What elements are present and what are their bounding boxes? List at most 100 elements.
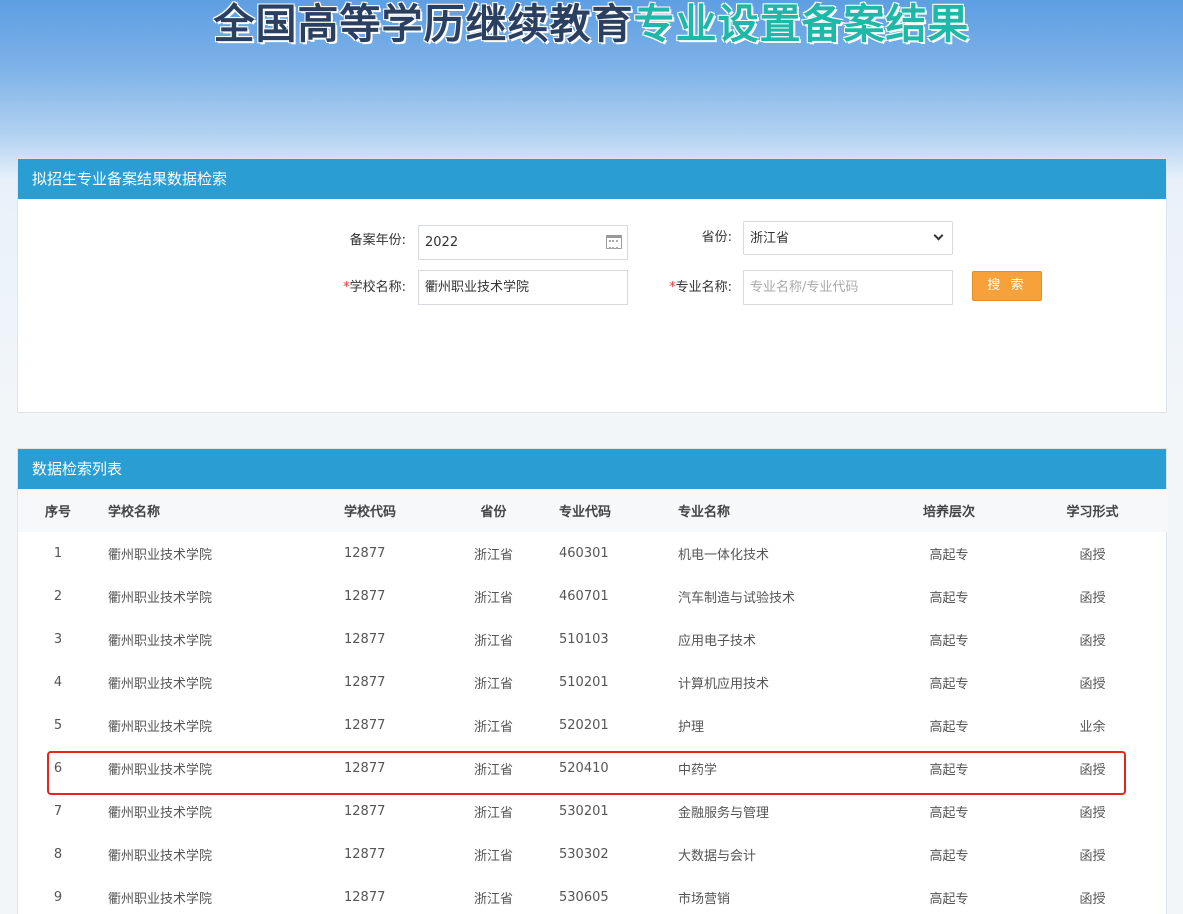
cell-col-index: 3 <box>53 632 63 647</box>
cell-col-major-name: 机电一体化技术 <box>678 548 770 563</box>
page-banner: 全国高等学历继续教育专业设置备案结果 <box>0 0 1183 158</box>
cell-col-school-code: 12877 <box>344 804 386 819</box>
cell-col-major-code: 520410 <box>559 761 609 776</box>
major-label-text: 专业名称: <box>675 280 732 295</box>
cell-col-major-code: 530201 <box>559 804 609 819</box>
result-list-header: 数据检索列表 <box>18 449 1166 489</box>
cell-col-school-name: 衢州职业技术学院 <box>108 677 213 692</box>
header-col-province: 省份 <box>480 505 507 520</box>
cell-col-index: 2 <box>53 589 63 604</box>
table-row[interactable]: 7 衢州职业技术学院 12877 浙江省 530201 金融服务与管理 高起专 函授 <box>18 790 1168 833</box>
calendar-icon[interactable] <box>606 235 622 249</box>
header-col-level: 培养层次 <box>922 505 975 520</box>
table-row[interactable]: 3 衢州职业技术学院 12877 浙江省 510103 应用电子技术 高起专 函授 <box>18 618 1168 661</box>
table-row[interactable]: 4 衢州职业技术学院 12877 浙江省 510201 计算机应用技术 高起专 函授 <box>18 661 1168 704</box>
cell-col-study-form: 函授 <box>1079 849 1106 864</box>
cell-col-school-code: 12877 <box>344 589 386 604</box>
cell-col-study-form: 函授 <box>1079 806 1106 821</box>
cell-col-province: 浙江省 <box>473 720 513 735</box>
cell-col-school-code: 12877 <box>344 847 386 862</box>
cell-col-school-code: 12877 <box>344 718 386 733</box>
cell-col-school-name: 衢州职业技术学院 <box>108 591 213 606</box>
cell-col-major-code: 460301 <box>559 546 609 561</box>
school-input-value: 衢州职业技术学院 <box>425 280 530 295</box>
school-label: *学校名称: <box>318 271 406 305</box>
cell-col-major-name: 市场营销 <box>678 892 731 907</box>
year-label: 备案年份: <box>349 233 406 248</box>
cell-col-major-name: 计算机应用技术 <box>678 677 770 692</box>
cell-col-major-code: 530605 <box>559 890 609 905</box>
banner-title-part2: 专业设置备案结果 <box>633 0 970 48</box>
cell-col-province: 浙江省 <box>473 591 513 606</box>
cell-col-study-form: 函授 <box>1079 591 1106 606</box>
cell-col-level: 高起专 <box>929 849 969 864</box>
table-row[interactable]: 5 衢州职业技术学院 12877 浙江省 520201 护理 高起专 业余 <box>18 704 1168 747</box>
cell-col-school-name: 衢州职业技术学院 <box>108 849 213 864</box>
cell-col-major-name: 金融服务与管理 <box>678 806 770 821</box>
cell-col-major-name: 汽车制造与试验技术 <box>678 591 796 606</box>
cell-col-level: 高起专 <box>929 548 969 563</box>
cell-col-major-code: 520201 <box>559 718 609 733</box>
cell-col-school-name: 衢州职业技术学院 <box>108 548 213 563</box>
school-input[interactable]: 衢州职业技术学院 <box>418 270 628 305</box>
cell-col-major-name: 护理 <box>678 720 705 735</box>
search-button[interactable]: 搜 索 <box>972 271 1042 301</box>
major-label: *专业名称: <box>648 271 732 305</box>
header-col-major-name: 专业名称 <box>678 505 731 520</box>
cell-col-study-form: 业余 <box>1079 720 1106 735</box>
cell-col-index: 7 <box>53 804 63 819</box>
header-col-index: 序号 <box>44 505 71 520</box>
major-input-placeholder: 专业名称/专业代码 <box>750 280 859 295</box>
cell-col-province: 浙江省 <box>473 849 513 864</box>
cell-col-province: 浙江省 <box>473 892 513 907</box>
result-list-panel: 数据检索列表 序号 学校名称 学校代码 省份 专业代码 专业名称 培养层次 学习形式 1 衢州职… <box>17 448 1168 914</box>
cell-col-level: 高起专 <box>929 720 969 735</box>
cell-col-school-code: 12877 <box>344 546 386 561</box>
table-row[interactable]: 9 衢州职业技术学院 12877 浙江省 530605 市场营销 高起专 函授 <box>18 876 1168 914</box>
table-row[interactable]: 6 衢州职业技术学院 12877 浙江省 520410 中药学 高起专 函授 <box>18 747 1168 790</box>
cell-col-study-form: 函授 <box>1079 892 1106 907</box>
year-field[interactable]: 2022 <box>418 225 628 260</box>
cell-col-school-name: 衢州职业技术学院 <box>108 806 213 821</box>
province-label: 省份: <box>701 230 732 245</box>
banner-title: 全国高等学历继续教育专业设置备案结果 <box>0 0 1183 48</box>
table-header-row: 序号 学校名称 学校代码 省份 专业代码 专业名称 培养层次 学习形式 <box>18 489 1168 532</box>
cell-col-index: 8 <box>53 847 63 862</box>
province-select[interactable]: 浙江省 <box>743 221 953 255</box>
cell-col-major-code: 510103 <box>559 632 609 647</box>
banner-title-part1: 全国高等学历继续教育 <box>213 0 634 48</box>
cell-col-province: 浙江省 <box>473 634 513 649</box>
cell-col-index: 4 <box>53 675 63 690</box>
major-input[interactable]: 专业名称/专业代码 <box>743 270 953 305</box>
cell-col-major-name: 大数据与会计 <box>678 849 757 864</box>
cell-col-school-code: 12877 <box>344 761 386 776</box>
cell-col-level: 高起专 <box>929 806 969 821</box>
cell-col-province: 浙江省 <box>473 806 513 821</box>
table-row[interactable]: 2 衢州职业技术学院 12877 浙江省 460701 汽车制造与试验技术 高起专 函授 <box>18 575 1168 618</box>
table-body: 1 衢州职业技术学院 12877 浙江省 460301 机电一体化技术 高起专 函授 2 衢州职业… <box>18 532 1168 914</box>
cell-col-major-name: 中药学 <box>678 763 718 778</box>
cell-col-major-code: 530302 <box>559 847 609 862</box>
table-row[interactable]: 1 衢州职业技术学院 12877 浙江省 460301 机电一体化技术 高起专 函授 <box>18 532 1168 575</box>
cell-col-study-form: 函授 <box>1079 677 1106 692</box>
cell-col-school-name: 衢州职业技术学院 <box>108 634 213 649</box>
cell-col-index: 9 <box>53 890 63 905</box>
cell-col-province: 浙江省 <box>473 548 513 563</box>
cell-col-major-code: 460701 <box>559 589 609 604</box>
cell-col-school-code: 12877 <box>344 890 386 905</box>
table-row[interactable]: 8 衢州职业技术学院 12877 浙江省 530302 大数据与会计 高起专 函授 <box>18 833 1168 876</box>
cell-col-level: 高起专 <box>929 677 969 692</box>
search-panel: 拟招生专业备案结果数据检索 备案年份: 2022 省份: 浙江省 *学校名称: … <box>17 158 1167 413</box>
cell-col-level: 高起专 <box>929 892 969 907</box>
school-label-text: 学校名称: <box>349 280 406 295</box>
cell-col-school-name: 衢州职业技术学院 <box>108 892 213 907</box>
cell-col-level: 高起专 <box>929 763 969 778</box>
cell-col-index: 1 <box>53 546 63 561</box>
cell-col-study-form: 函授 <box>1079 548 1106 563</box>
cell-col-province: 浙江省 <box>473 677 513 692</box>
search-panel-header: 拟招生专业备案结果数据检索 <box>18 159 1166 199</box>
header-col-major-code: 专业代码 <box>559 505 612 520</box>
year-value: 2022 <box>425 235 459 250</box>
cell-col-level: 高起专 <box>929 591 969 606</box>
cell-col-school-name: 衢州职业技术学院 <box>108 720 213 735</box>
